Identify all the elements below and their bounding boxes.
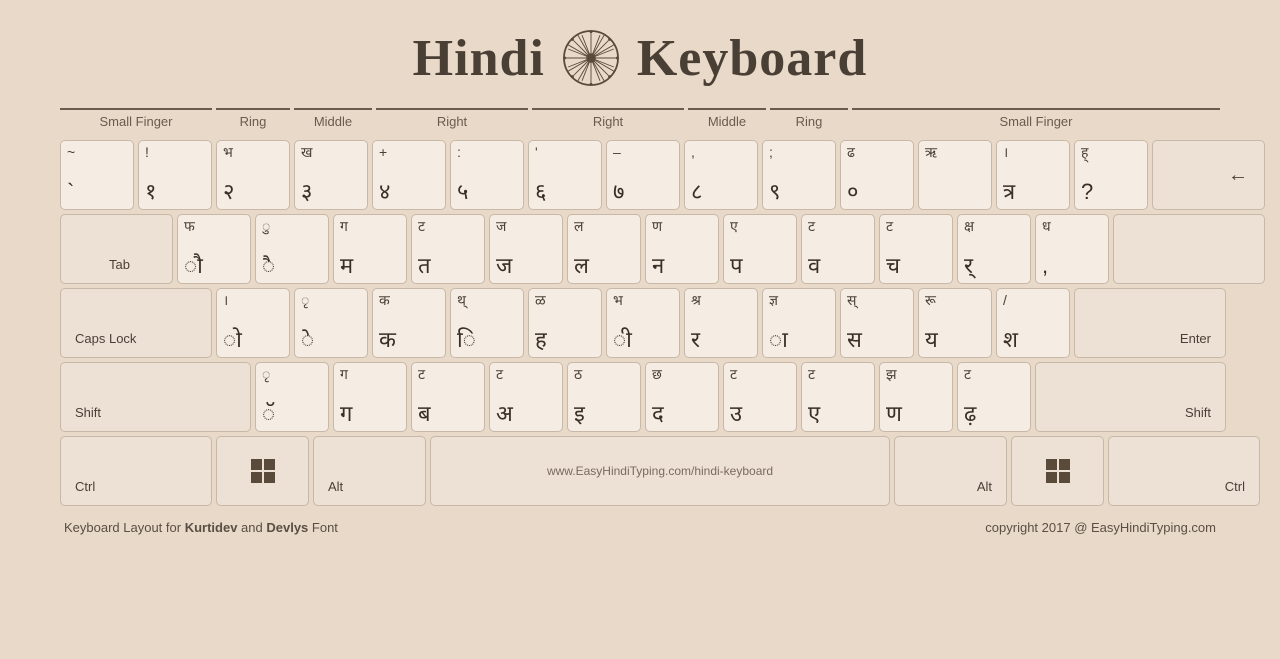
ashoka-wheel-icon [561, 28, 621, 88]
key-semicolon[interactable]: रूय [918, 288, 992, 358]
key-ctrl-left[interactable]: Ctrl [60, 436, 212, 506]
caps-lock-label: Caps Lock [75, 331, 136, 347]
tab-label: Tab [109, 257, 130, 273]
key-5[interactable]: :५ [450, 140, 524, 210]
key-j[interactable]: श्रर [684, 288, 758, 358]
key-minus[interactable]: ऋ [918, 140, 992, 210]
key-win-left[interactable] [216, 436, 309, 506]
key-9[interactable]: ;९ [762, 140, 836, 210]
key-s[interactable]: ृे [294, 288, 368, 358]
key-u[interactable]: णन [645, 214, 719, 284]
keyboard-container: Small Finger Ring Middle Right Right Mid… [60, 108, 1220, 506]
key-tab[interactable]: Tab [60, 214, 173, 284]
key-m[interactable]: टउ [723, 362, 797, 432]
key-space[interactable]: www.EasyHindiTyping.com/hindi-keyboard [430, 436, 890, 506]
key-2[interactable]: भ२ [216, 140, 290, 210]
enter-main-label: Enter [1180, 331, 1211, 347]
key-alt-right[interactable]: Alt [894, 436, 1007, 506]
key-lbracket[interactable]: क्षर् [957, 214, 1031, 284]
row-number: ~` !१ भ२ ख३ +४ :५ '६ –७ ,८ ;९ ढ० ऋ ।त्र … [60, 140, 1220, 210]
row-home: Caps Lock ।ो ृे कक थ्ि ळह भी श्रर ज्ञा स… [60, 288, 1220, 358]
key-4[interactable]: +४ [372, 140, 446, 210]
finger-label-middle1: Middle [294, 108, 372, 136]
key-quote[interactable]: /श [996, 288, 1070, 358]
key-1[interactable]: !१ [138, 140, 212, 210]
key-y[interactable]: लल [567, 214, 641, 284]
key-win-right[interactable] [1011, 436, 1104, 506]
key-shift-right[interactable]: Shift [1035, 362, 1226, 432]
finger-label-right1: Right [376, 108, 528, 136]
space-url-text: www.EasyHindiTyping.com/hindi-keyboard [437, 441, 883, 501]
alt-left-label: Alt [328, 479, 343, 495]
key-0[interactable]: ढ० [840, 140, 914, 210]
windows-icon-right [1044, 457, 1072, 485]
key-z[interactable]: ृॅ [255, 362, 329, 432]
finger-label-middle2: Middle [688, 108, 766, 136]
row-qwerty: Tab फौ ुै गम टत जज लल णन एप टव टच क्षर् … [60, 214, 1220, 284]
key-t[interactable]: जज [489, 214, 563, 284]
title-part1: Hindi [413, 29, 545, 88]
windows-icon-left [249, 457, 277, 485]
finger-label-ring1: Ring [216, 108, 290, 136]
footer: Keyboard Layout for Kurtidev and Devlys … [60, 520, 1220, 535]
title-part2: Keyboard [637, 29, 867, 88]
row-shift: Shift ृॅ गग टब टअ ठइ छद टउ टए झण टढ़ Shi… [60, 362, 1220, 432]
key-h[interactable]: भी [606, 288, 680, 358]
footer-left: Keyboard Layout for Kurtidev and Devlys … [64, 520, 338, 535]
key-comma[interactable]: टए [801, 362, 875, 432]
key-o[interactable]: टव [801, 214, 875, 284]
finger-label-small2: Small Finger [852, 108, 1220, 136]
key-alt-left[interactable]: Alt [313, 436, 426, 506]
key-enter-main[interactable]: Enter [1074, 288, 1226, 358]
alt-right-label: Alt [977, 479, 992, 495]
key-n[interactable]: छद [645, 362, 719, 432]
key-q[interactable]: फौ [177, 214, 251, 284]
key-v[interactable]: टअ [489, 362, 563, 432]
key-3[interactable]: ख३ [294, 140, 368, 210]
shift-right-label: Shift [1185, 405, 1211, 421]
key-slash[interactable]: टढ़ [957, 362, 1031, 432]
title-area: Hindi [413, 28, 868, 88]
key-7[interactable]: –७ [606, 140, 680, 210]
finger-label-ring2: Ring [770, 108, 848, 136]
key-l[interactable]: स्स [840, 288, 914, 358]
key-a[interactable]: ।ो [216, 288, 290, 358]
key-i[interactable]: एप [723, 214, 797, 284]
key-equals[interactable]: ।त्र [996, 140, 1070, 210]
key-g[interactable]: ळह [528, 288, 602, 358]
key-c[interactable]: टब [411, 362, 485, 432]
key-enter[interactable] [1113, 214, 1265, 284]
key-b[interactable]: ठइ [567, 362, 641, 432]
finger-labels-row: Small Finger Ring Middle Right Right Mid… [60, 108, 1220, 136]
ctrl-left-label: Ctrl [75, 479, 95, 495]
key-period[interactable]: झण [879, 362, 953, 432]
row-bottom: Ctrl Alt w [60, 436, 1220, 506]
key-x[interactable]: गग [333, 362, 407, 432]
finger-label-small1: Small Finger [60, 108, 212, 136]
key-caps-lock[interactable]: Caps Lock [60, 288, 212, 358]
key-bracket[interactable]: ह्? [1074, 140, 1148, 210]
key-rbracket[interactable]: ध, [1035, 214, 1109, 284]
key-p[interactable]: टच [879, 214, 953, 284]
key-backspace[interactable]: ← [1152, 140, 1265, 210]
backspace-icon: ← [1228, 164, 1248, 187]
key-backtick[interactable]: ~` [60, 140, 134, 210]
shift-left-label: Shift [75, 405, 101, 421]
ctrl-right-label: Ctrl [1225, 479, 1245, 495]
finger-label-right2: Right [532, 108, 684, 136]
key-f[interactable]: थ्ि [450, 288, 524, 358]
key-d[interactable]: कक [372, 288, 446, 358]
key-ctrl-right[interactable]: Ctrl [1108, 436, 1260, 506]
key-e[interactable]: गम [333, 214, 407, 284]
key-shift-left[interactable]: Shift [60, 362, 251, 432]
keyboard: ~` !१ भ२ ख३ +४ :५ '६ –७ ,८ ;९ ढ० ऋ ।त्र … [60, 140, 1220, 506]
key-r[interactable]: टत [411, 214, 485, 284]
key-6[interactable]: '६ [528, 140, 602, 210]
key-k[interactable]: ज्ञा [762, 288, 836, 358]
footer-right: copyright 2017 @ EasyHindiTyping.com [985, 520, 1216, 535]
key-8[interactable]: ,८ [684, 140, 758, 210]
key-w[interactable]: ुै [255, 214, 329, 284]
